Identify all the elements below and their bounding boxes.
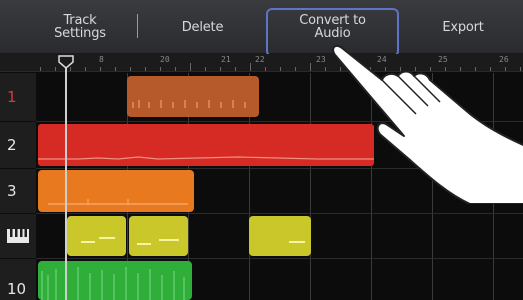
track-number-3[interactable]: 3 <box>0 169 36 213</box>
delete-button[interactable]: Delete <box>155 0 250 54</box>
ruler-tick <box>115 67 116 71</box>
ruler-tick <box>160 67 161 71</box>
track-number-2[interactable]: 2 <box>0 122 36 168</box>
midi-notes <box>137 239 179 245</box>
track-number-5[interactable]: 10 <box>0 259 36 300</box>
ruler-label: 8 <box>99 55 104 64</box>
track5-region[interactable] <box>38 261 192 300</box>
track4-region-2[interactable] <box>129 216 188 256</box>
ruler-tick <box>175 67 176 71</box>
midi-notes <box>81 237 115 243</box>
ruler-tick <box>100 67 101 71</box>
export-label: Export <box>442 19 484 35</box>
track-settings-label: Track Settings <box>54 13 106 41</box>
track-number-1[interactable]: 1 <box>0 73 36 121</box>
ruler-tick <box>280 67 281 71</box>
ruler-tick <box>250 63 251 71</box>
ruler-label: 20 <box>160 55 170 64</box>
toolbar-separator <box>137 14 138 38</box>
ruler-tick <box>145 67 146 71</box>
ruler-tick <box>205 67 206 71</box>
ruler-tick <box>190 63 191 71</box>
track4-region-3[interactable] <box>249 216 311 256</box>
track-settings-button[interactable]: Track Settings <box>30 0 130 54</box>
ruler-tick <box>265 67 266 71</box>
row-divider <box>36 213 523 214</box>
piano-keyboard-icon <box>7 229 29 243</box>
ruler-tick <box>310 63 311 71</box>
ruler-tick <box>220 67 221 71</box>
playhead[interactable] <box>65 56 67 300</box>
track-number-4[interactable] <box>0 214 36 258</box>
row-divider <box>36 258 523 259</box>
playhead-marker-icon[interactable] <box>58 55 74 69</box>
track1-region[interactable] <box>127 76 259 117</box>
ruler-label: 21 <box>221 55 231 64</box>
ruler-tick <box>55 67 56 71</box>
track3-waveform <box>48 199 188 205</box>
ruler-tick <box>130 67 131 71</box>
ruler-label: 22 <box>255 55 265 64</box>
delete-label: Delete <box>181 19 224 35</box>
midi-notes <box>289 241 305 243</box>
ruler-tick <box>295 67 296 71</box>
track3-region[interactable] <box>38 170 194 212</box>
track5-waveform <box>41 267 185 300</box>
ruler-tick <box>85 67 86 71</box>
pointing-hand-icon <box>332 44 523 204</box>
ruler-tick <box>40 67 41 71</box>
track4-region-1[interactable] <box>67 216 126 256</box>
ruler-tick <box>235 67 236 71</box>
track1-waveform <box>132 100 246 108</box>
